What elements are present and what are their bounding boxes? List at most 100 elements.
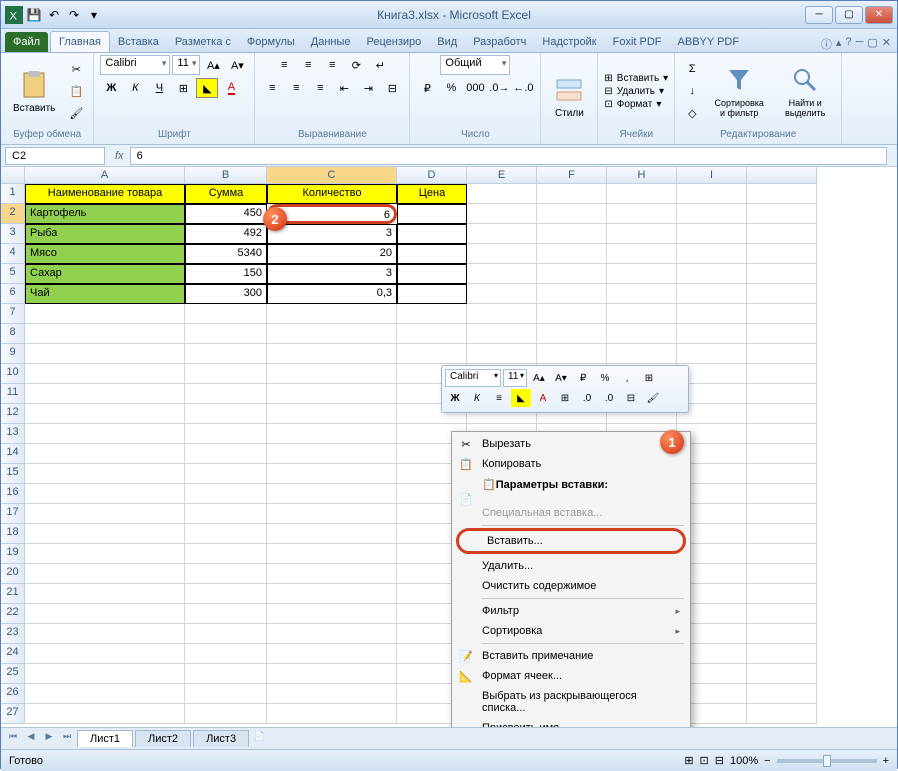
tab-nav-next[interactable]: ▶ — [41, 731, 57, 747]
table-cell[interactable]: 3 — [267, 224, 397, 244]
row-header[interactable]: 7 — [1, 304, 25, 324]
row-header[interactable]: 2 — [1, 204, 25, 224]
help-icon[interactable]: ⓘ — [821, 36, 832, 52]
underline-icon[interactable]: Ч — [148, 78, 170, 98]
number-format-select[interactable]: Общий — [440, 55, 510, 75]
styles-button[interactable]: Стили — [547, 72, 591, 121]
spreadsheet-grid[interactable]: A B C D E F H I 1 Наименование товара Су… — [1, 167, 897, 724]
sheet-tab-3[interactable]: Лист3 — [193, 730, 249, 747]
new-sheet-icon[interactable]: 📄 — [251, 731, 267, 747]
row-header[interactable]: 5 — [1, 264, 25, 284]
zoom-slider[interactable] — [777, 759, 877, 763]
win-min2-icon[interactable]: ─ — [856, 36, 864, 52]
ctx-comment[interactable]: 📝Вставить примечание — [454, 646, 688, 666]
table-cell[interactable] — [397, 284, 467, 304]
tab-foxit[interactable]: Foxit PDF — [605, 32, 670, 52]
mini-font[interactable]: Calibri — [445, 369, 501, 387]
fill-color-icon[interactable]: ◣ — [196, 78, 218, 98]
select-all[interactable] — [1, 167, 25, 184]
mini-decdec-icon[interactable]: .0 — [599, 389, 619, 407]
grow-font-icon[interactable]: A▴ — [202, 55, 224, 75]
table-cell[interactable] — [397, 204, 467, 224]
table-cell[interactable]: Картофель — [25, 204, 185, 224]
ctx-delete[interactable]: Удалить... — [454, 556, 688, 576]
row-header[interactable]: 17 — [1, 504, 25, 524]
fx-icon[interactable]: fx — [109, 150, 130, 162]
table-cell[interactable] — [397, 264, 467, 284]
row-header[interactable]: 20 — [1, 564, 25, 584]
zoom-value[interactable]: 100% — [730, 755, 758, 767]
ctx-insert[interactable]: Вставить... — [459, 531, 683, 551]
redo-icon[interactable]: ↷ — [65, 6, 83, 24]
row-header[interactable]: 21 — [1, 584, 25, 604]
mini-border2-icon[interactable]: ⊞ — [555, 389, 575, 407]
view-normal-icon[interactable]: ⊞ — [684, 754, 693, 767]
ctx-copy[interactable]: 📋Копировать — [454, 454, 688, 474]
percent-icon[interactable]: % — [440, 78, 462, 98]
win-close2-icon[interactable]: ✕ — [882, 36, 891, 52]
row-header[interactable]: 8 — [1, 324, 25, 344]
row-header[interactable]: 3 — [1, 224, 25, 244]
table-cell[interactable]: Мясо — [25, 244, 185, 264]
font-color-icon[interactable]: A — [220, 78, 242, 98]
ctx-sort[interactable]: Сортировка▸ — [454, 621, 688, 641]
align-top-icon[interactable]: ≡ — [273, 55, 295, 75]
comma-icon[interactable]: 000 — [464, 78, 486, 98]
sheet-tab-2[interactable]: Лист2 — [135, 730, 191, 747]
mini-shrink-icon[interactable]: A▾ — [551, 369, 571, 387]
ctx-cut[interactable]: ✂Вырезать — [454, 434, 688, 454]
mini-fill-icon[interactable]: ◣ — [511, 389, 531, 407]
col-header[interactable]: H — [607, 167, 677, 184]
row-header[interactable]: 16 — [1, 484, 25, 504]
row-header[interactable]: 19 — [1, 544, 25, 564]
mini-bold-icon[interactable]: Ж — [445, 389, 465, 407]
tab-review[interactable]: Рецензиро — [359, 32, 430, 52]
delete-cells-button[interactable]: ⊟Удалить▾ — [604, 86, 668, 97]
tab-home[interactable]: Главная — [50, 31, 110, 52]
tab-view[interactable]: Вид — [429, 32, 465, 52]
tab-layout[interactable]: Разметка с — [167, 32, 239, 52]
ctx-name[interactable]: Присвоить имя... — [454, 718, 688, 727]
formula-input[interactable]: 6 — [130, 147, 887, 165]
col-header[interactable]: I — [677, 167, 747, 184]
table-cell[interactable]: 300 — [185, 284, 267, 304]
save-icon[interactable]: 💾 — [25, 6, 43, 24]
help2-icon[interactable]: ? — [845, 36, 851, 52]
zoom-in-icon[interactable]: + — [883, 755, 889, 767]
table-cell[interactable]: 450 — [185, 204, 267, 224]
ctx-dropdown[interactable]: Выбрать из раскрывающегося списка... — [454, 686, 688, 718]
zoom-thumb[interactable] — [823, 755, 831, 767]
merge-icon[interactable]: ⊟ — [381, 78, 403, 98]
tab-insert[interactable]: Вставка — [110, 32, 167, 52]
row-header[interactable]: 1 — [1, 184, 25, 204]
minimize-ribbon-icon[interactable]: ▴ — [836, 36, 842, 52]
align-center-icon[interactable]: ≡ — [285, 78, 307, 98]
tab-nav-last[interactable]: ⏭ — [59, 731, 75, 747]
col-header[interactable]: D — [397, 167, 467, 184]
mini-italic-icon[interactable]: К — [467, 389, 487, 407]
row-header[interactable]: 23 — [1, 624, 25, 644]
font-name-select[interactable]: Calibri — [100, 55, 170, 75]
cut-icon[interactable]: ✂ — [65, 59, 87, 79]
mini-merge-icon[interactable]: ⊟ — [621, 389, 641, 407]
align-left-icon[interactable]: ≡ — [261, 78, 283, 98]
row-header[interactable]: 13 — [1, 424, 25, 444]
row-header[interactable]: 4 — [1, 244, 25, 264]
align-right-icon[interactable]: ≡ — [309, 78, 331, 98]
row-header[interactable]: 24 — [1, 644, 25, 664]
indent-dec-icon[interactable]: ⇤ — [333, 78, 355, 98]
maximize-button[interactable]: ▢ — [835, 6, 863, 24]
italic-icon[interactable]: К — [124, 78, 146, 98]
tab-nav-first[interactable]: ⏮ — [5, 731, 21, 747]
format-cells-button[interactable]: ⊡Формат▾ — [604, 99, 668, 110]
table-cell[interactable]: Чай — [25, 284, 185, 304]
name-box[interactable]: C2 — [5, 147, 105, 165]
close-button[interactable]: ✕ — [865, 6, 893, 24]
bold-icon[interactable]: Ж — [100, 78, 122, 98]
row-header[interactable]: 25 — [1, 664, 25, 684]
mini-fontcolor-icon[interactable]: A — [533, 389, 553, 407]
insert-cells-button[interactable]: ⊞Вставить▾ — [604, 73, 668, 84]
qat-dropdown-icon[interactable]: ▾ — [85, 6, 103, 24]
row-header[interactable]: 10 — [1, 364, 25, 384]
col-header[interactable] — [747, 167, 817, 184]
